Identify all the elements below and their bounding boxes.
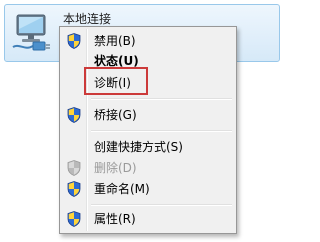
menu-item-label: 重命名(M) <box>94 182 150 196</box>
menu-separator <box>91 130 232 132</box>
network-adapter-icon <box>12 14 50 51</box>
uac-shield-icon <box>67 181 81 197</box>
menu-item-label: 属性(R) <box>94 212 136 226</box>
highlight-annotation-box <box>84 67 148 95</box>
uac-shield-icon <box>67 160 81 176</box>
menu-item-label: 状态(U) <box>94 54 139 68</box>
menu-separator <box>91 98 232 100</box>
uac-shield-icon <box>67 107 81 123</box>
menu-item-label: 创建快捷方式(S) <box>94 140 183 154</box>
menu-item-label: 禁用(B) <box>94 34 136 48</box>
uac-shield-icon <box>67 211 81 227</box>
menu-item-disable[interactable]: 禁用(B) <box>62 30 234 52</box>
menu-item-bridge[interactable]: 桥接(G) <box>62 104 234 126</box>
uac-shield-icon <box>67 33 81 49</box>
menu-separator <box>91 204 232 206</box>
menu-item-properties[interactable]: 属性(R) <box>62 208 234 230</box>
connection-name: 本地连接 <box>63 12 112 26</box>
menu-item-label: 桥接(G) <box>94 108 137 122</box>
context-menu: 禁用(B) 状态(U) 诊断(I) 桥接(G) 创建快捷方式(S) 删除(D) <box>59 26 237 234</box>
menu-item-create-shortcut[interactable]: 创建快捷方式(S) <box>62 136 234 158</box>
menu-item-delete: 删除(D) <box>62 157 234 179</box>
menu-item-label: 删除(D) <box>94 161 137 175</box>
menu-item-rename[interactable]: 重命名(M) <box>62 178 234 200</box>
